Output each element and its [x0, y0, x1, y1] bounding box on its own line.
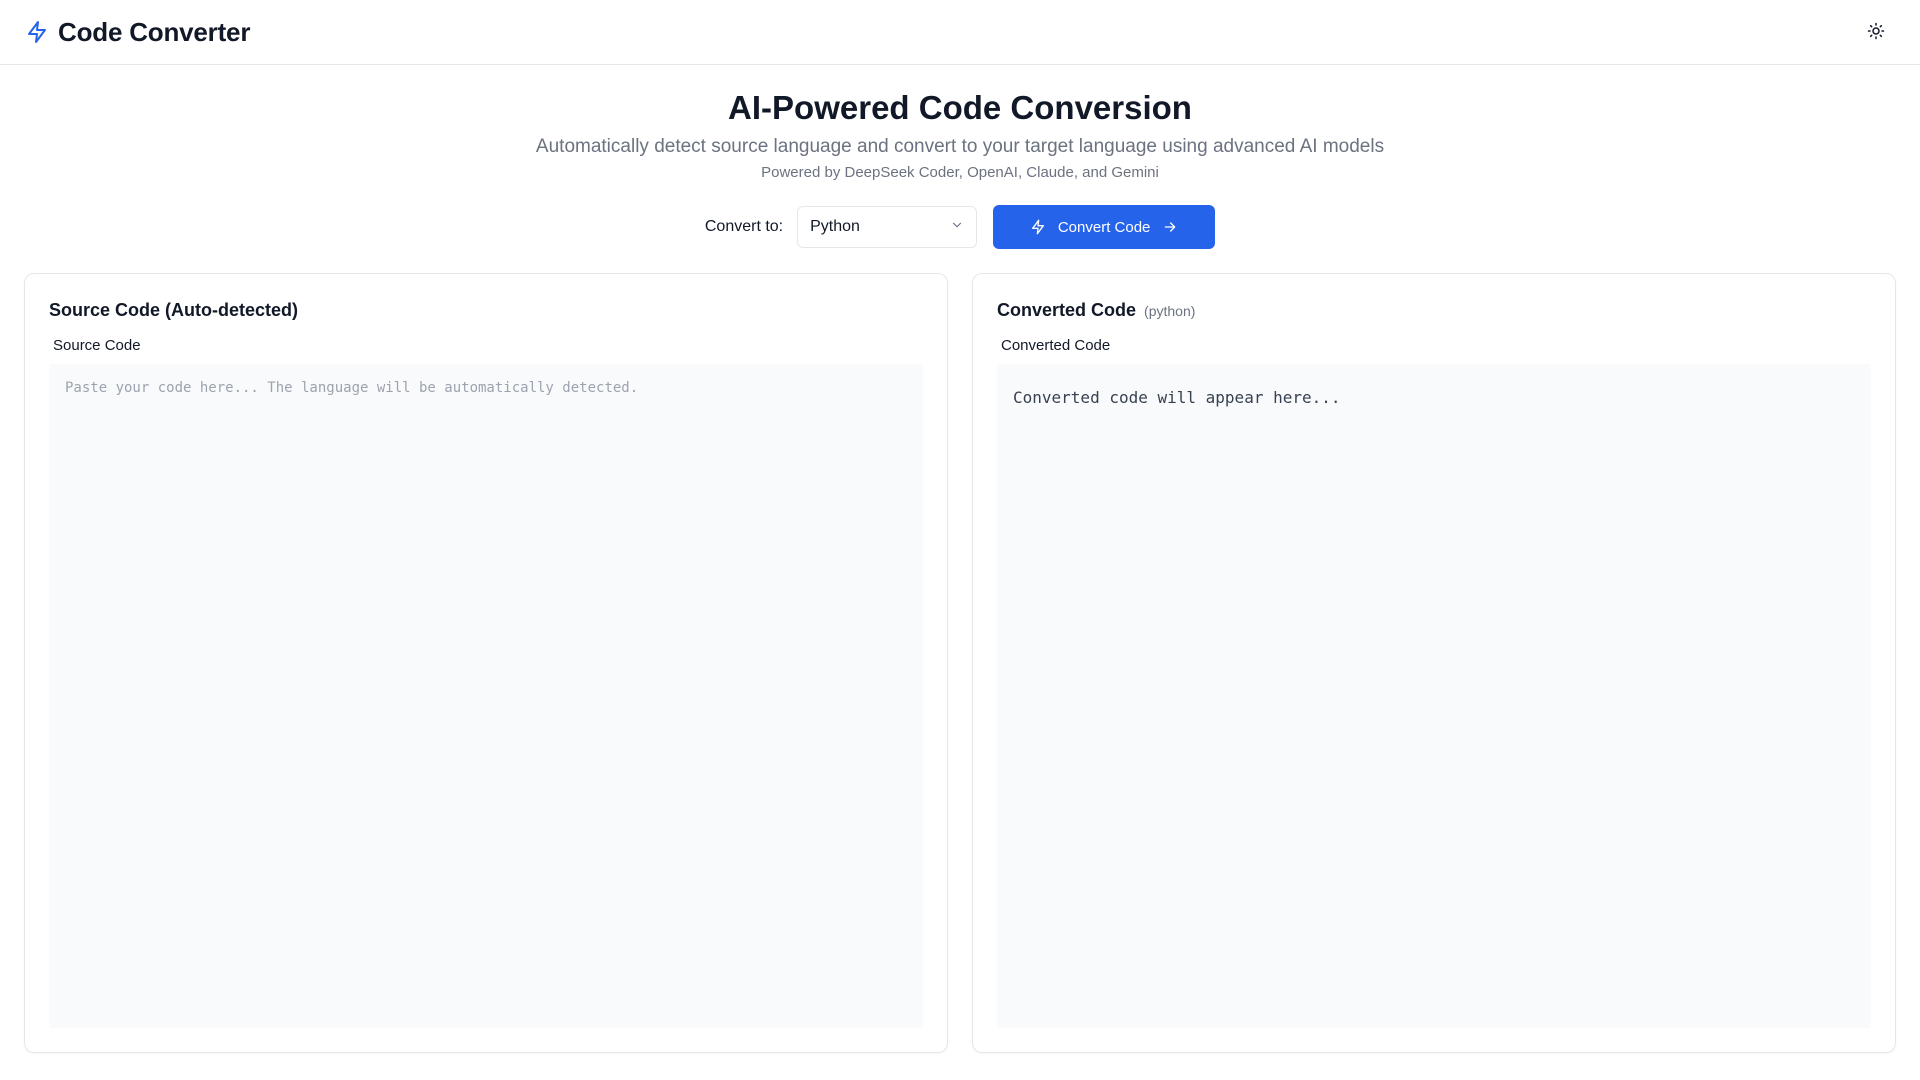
lightning-icon [24, 19, 50, 45]
app-header: Code Converter [0, 0, 1920, 65]
arrow-right-icon [1162, 219, 1178, 235]
convert-to-label: Convert to: [704, 218, 784, 236]
selected-language: Python [810, 218, 860, 236]
hero-section: AI-Powered Code Conversion Automatically… [0, 65, 1920, 181]
converted-code-label: Converted Code [1001, 337, 1111, 355]
conversion-controls: Convert to: Python Convert Code [0, 205, 1920, 250]
output-panel-header: Converted Code (python) [997, 300, 1871, 321]
output-panel-title: Converted Code [997, 300, 1137, 321]
convert-code-button[interactable]: Convert Code [993, 205, 1216, 250]
source-code-label: Source Code [53, 337, 141, 355]
brand-title: Code Converter [58, 16, 251, 47]
convert-button-label: Convert Code [1057, 218, 1151, 236]
converted-code-panel: Converted Code (python) Converted Code C… [972, 273, 1896, 1054]
theme-toggle-button[interactable] [1856, 12, 1896, 52]
sun-icon [1867, 22, 1885, 43]
source-code-panel: Source Code (Auto-detected) Source Code [24, 273, 948, 1054]
lightning-icon [1030, 219, 1046, 235]
code-panels: Source Code (Auto-detected) Source Code … [0, 273, 1920, 1054]
source-panel-title: Source Code (Auto-detected) [49, 300, 299, 321]
converted-code-output[interactable]: Converted code will appear here... [997, 364, 1871, 1029]
source-code-input[interactable] [49, 364, 923, 1029]
powered-by-text: Powered by DeepSeek Coder, OpenAI, Claud… [761, 164, 1159, 182]
output-language-tag: (python) [1144, 303, 1196, 320]
page-title: AI-Powered Code Conversion [728, 89, 1192, 126]
source-panel-header: Source Code (Auto-detected) [49, 300, 923, 321]
page-subtitle: Automatically detect source language and… [535, 136, 1385, 158]
brand[interactable]: Code Converter [24, 17, 250, 48]
target-language-select[interactable]: Python [797, 206, 978, 249]
chevron-down-icon [950, 218, 964, 237]
